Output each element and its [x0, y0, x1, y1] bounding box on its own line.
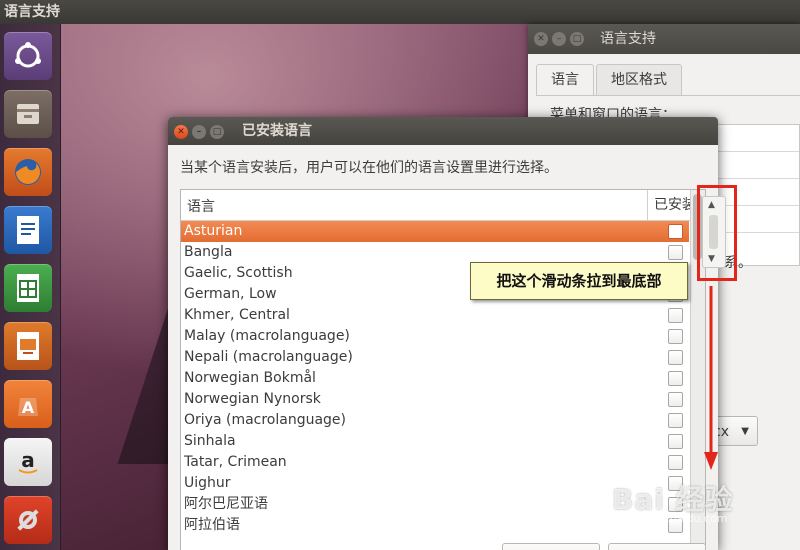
- watermark-url: jingyan.baidu.com: [626, 512, 728, 525]
- tab-language[interactable]: 语言: [536, 64, 594, 96]
- top-panel: 语言支持: [0, 0, 800, 24]
- table-row[interactable]: Norwegian Bokmål: [181, 368, 689, 389]
- table-row[interactable]: Tatar, Crimean: [181, 452, 689, 473]
- table-row[interactable]: Bangla: [181, 242, 689, 263]
- impress-icon[interactable]: [4, 322, 52, 370]
- svg-text:A: A: [22, 398, 35, 417]
- chevron-down-icon: ▼: [741, 426, 749, 437]
- table-row[interactable]: Norwegian Nynorsk: [181, 389, 689, 410]
- language-name: Bangla: [184, 244, 233, 260]
- installed-checkbox[interactable]: [668, 455, 683, 470]
- language-name: Oriya (macrolanguage): [184, 412, 347, 428]
- svg-text:a: a: [21, 448, 35, 472]
- instruction-callout: 把这个滑动条拉到最底部: [470, 262, 688, 300]
- down-arrow-icon: [704, 286, 718, 470]
- close-icon[interactable]: ✕: [534, 32, 548, 46]
- language-name: Asturian: [184, 223, 243, 239]
- dialog-button-right[interactable]: [608, 543, 706, 550]
- installed-checkbox[interactable]: [668, 224, 683, 239]
- language-name: Norwegian Bokmål: [184, 370, 316, 386]
- table-row[interactable]: 阿拉伯语: [181, 515, 689, 536]
- language-name: German, Low: [184, 286, 277, 302]
- table-row[interactable]: Oriya (macrolanguage): [181, 410, 689, 431]
- installed-checkbox[interactable]: [668, 413, 683, 428]
- minimize-icon[interactable]: –: [552, 32, 566, 46]
- close-icon[interactable]: ✕: [174, 125, 188, 139]
- table-row[interactable]: Malay (macrolanguage): [181, 326, 689, 347]
- table-row[interactable]: Sinhala: [181, 431, 689, 452]
- settings-icon[interactable]: [4, 496, 52, 544]
- list-header: 语言 已安装: [181, 190, 705, 221]
- language-name: Malay (macrolanguage): [184, 328, 350, 344]
- dash-icon[interactable]: [4, 32, 52, 80]
- column-header-language[interactable]: 语言: [187, 196, 215, 216]
- language-name: Norwegian Nynorsk: [184, 391, 321, 407]
- language-name: Gaelic, Scottish: [184, 265, 293, 281]
- writer-icon[interactable]: [4, 206, 52, 254]
- app-title: 语言支持: [4, 4, 60, 20]
- maximize-icon[interactable]: □: [210, 125, 224, 139]
- installed-checkbox[interactable]: [668, 350, 683, 365]
- maximize-icon[interactable]: □: [570, 32, 584, 46]
- table-row[interactable]: Nepali (macrolanguage): [181, 347, 689, 368]
- back-window-title: 语言支持: [600, 31, 656, 47]
- software-center-icon[interactable]: A: [4, 380, 52, 428]
- language-name: Nepali (macrolanguage): [184, 349, 353, 365]
- language-name: 阿尔巴尼亚语: [184, 496, 268, 512]
- firefox-icon[interactable]: [4, 148, 52, 196]
- calc-icon[interactable]: [4, 264, 52, 312]
- minimize-icon[interactable]: –: [192, 125, 206, 139]
- files-icon[interactable]: [4, 90, 52, 138]
- installed-checkbox[interactable]: [668, 245, 683, 260]
- tab-regional-formats[interactable]: 地区格式: [596, 64, 682, 95]
- dialog-description: 当某个语言安装后，用户可以在他们的语言设置里进行选择。: [180, 160, 558, 176]
- installed-checkbox[interactable]: [668, 308, 683, 323]
- tab-divider: [536, 95, 800, 96]
- launcher: A a: [0, 24, 61, 550]
- language-name: Khmer, Central: [184, 307, 290, 323]
- dialog-button-left[interactable]: [502, 543, 600, 550]
- language-name: 阿拉伯语: [184, 517, 240, 533]
- installed-checkbox[interactable]: [668, 329, 683, 344]
- back-window-titlebar: ✕ – □ 语言支持: [528, 24, 800, 54]
- highlight-box: [697, 185, 737, 281]
- installed-checkbox[interactable]: [668, 434, 683, 449]
- installed-checkbox[interactable]: [668, 392, 683, 407]
- table-row[interactable]: Asturian: [181, 221, 689, 242]
- dialog-title: 已安装语言: [242, 123, 312, 139]
- table-row[interactable]: Khmer, Central: [181, 305, 689, 326]
- language-name: Tatar, Crimean: [184, 454, 287, 470]
- language-name: Uighur: [184, 475, 231, 491]
- amazon-icon[interactable]: a: [4, 438, 52, 486]
- installed-checkbox[interactable]: [668, 371, 683, 386]
- language-name: Sinhala: [184, 433, 236, 449]
- dialog-titlebar: ✕ – □ 已安装语言: [168, 117, 718, 145]
